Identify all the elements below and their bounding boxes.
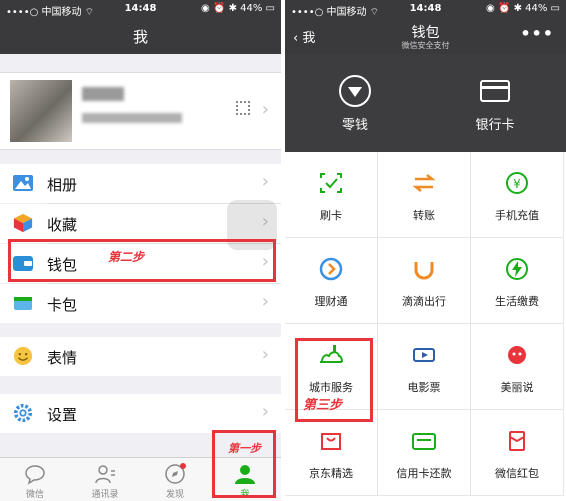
bank-card-label: 银行卡 — [475, 118, 515, 133]
battery-text: ◉ ⏰ ✱ 44% ▭ — [486, 3, 560, 14]
album-icon — [13, 175, 33, 191]
status-bar: ••••○ 中国移动 ⌔ 14:48 ◉ ⏰ ✱ 44% ▭ — [285, 0, 566, 18]
svg-text:¥: ¥ — [513, 177, 521, 191]
didi-icon — [414, 262, 434, 280]
service-wealth[interactable]: 理财通 — [285, 238, 378, 324]
service-utilities[interactable]: 生活缴费 — [471, 238, 564, 324]
lightning-icon — [506, 258, 528, 280]
step2-annotation: 第二步 — [108, 250, 145, 264]
more-menu-button[interactable]: ••• — [520, 24, 554, 43]
service-jd[interactable]: 京东精选 — [285, 410, 378, 496]
bank-card-button[interactable]: 银行卡 — [425, 54, 565, 152]
step3-annotation: 第三步 — [303, 398, 343, 413]
service-didi[interactable]: 滴滴出行 — [378, 238, 471, 324]
balance-icon — [339, 75, 371, 107]
menu-item-label: 卡包 — [47, 296, 78, 314]
screenshot-root: ••••○ 中国移动 ⌔ 14:48 ◉ ⏰ ✱ 44% ▭ 我 › 相册 › … — [0, 0, 566, 501]
chevron-right-icon: › — [261, 344, 269, 365]
wealth-icon — [319, 257, 343, 281]
tab-contacts[interactable]: 通讯录 — [70, 458, 140, 501]
chat-bubble-icon — [25, 465, 45, 485]
jd-bag-icon — [321, 433, 341, 450]
service-mobile-topup[interactable]: ¥ 手机充值 — [471, 152, 564, 238]
menu-item-label: 表情 — [47, 349, 78, 367]
page-title: 我 — [132, 28, 148, 46]
yuan-coin-icon: ¥ — [506, 172, 528, 194]
service-label: 京东精选 — [309, 467, 353, 480]
bank-card-icon — [480, 80, 510, 102]
profile-id-blurred — [82, 113, 182, 123]
credit-card-icon — [412, 433, 436, 450]
menu-item-stickers[interactable]: 表情 › — [0, 337, 281, 376]
profile-card[interactable]: › — [0, 72, 281, 150]
transfer-arrows-icon — [412, 174, 436, 192]
wallet-header: 零钱 银行卡 — [285, 54, 566, 152]
service-transfer[interactable]: 转账 — [378, 152, 471, 238]
chevron-right-icon: › — [261, 99, 269, 120]
movie-ticket-icon — [413, 348, 435, 362]
favorites-cube-icon — [13, 213, 33, 233]
avatar — [10, 80, 72, 142]
tab-discover[interactable]: 发现 — [140, 458, 210, 501]
card-swipe-icon — [320, 173, 342, 193]
service-label: 信用卡还款 — [396, 467, 452, 480]
chevron-right-icon: › — [261, 401, 269, 422]
battery-text: ◉ ⏰ ✱ 44% ▭ — [201, 3, 275, 14]
balance-label: 零钱 — [341, 118, 368, 133]
wallet-screen: ••••○ 中国移动 ⌔ 14:48 ◉ ⏰ ✱ 44% ▭ ‹ 我 钱包 微信… — [285, 0, 566, 501]
service-label: 转账 — [413, 209, 435, 222]
nav-bar: ‹ 我 钱包 微信安全支付 ••• — [285, 18, 566, 54]
profile-name-blurred — [82, 87, 124, 101]
menu-item-label: 相册 — [47, 176, 78, 194]
card-pack-icon — [14, 297, 32, 310]
contacts-icon — [95, 465, 115, 484]
menu-item-album[interactable]: 相册 › — [0, 164, 281, 203]
nav-bar: 我 — [0, 18, 281, 54]
menu-item-settings[interactable]: 设置 › — [0, 394, 281, 433]
service-label: 生活缴费 — [495, 295, 539, 308]
tab-label: 微信 — [25, 490, 44, 500]
meilishuo-icon — [508, 346, 526, 364]
tab-label: 通讯录 — [91, 490, 119, 500]
service-label: 手机充值 — [495, 209, 539, 222]
menu-item-card-pack[interactable]: 卡包 › — [0, 284, 281, 323]
menu-item-label: 收藏 — [47, 216, 78, 234]
red-packet-icon — [509, 431, 525, 451]
service-label: 电影票 — [407, 381, 441, 394]
service-red-packet[interactable]: 微信红包 — [471, 410, 564, 496]
service-card-swipe[interactable]: 刷卡 — [285, 152, 378, 238]
chevron-right-icon: › — [261, 291, 269, 312]
service-credit-card[interactable]: 信用卡还款 — [378, 410, 471, 496]
step1-annotation: 第一步 — [228, 442, 261, 455]
qr-code-icon — [236, 101, 250, 115]
tab-label: 发现 — [165, 490, 184, 500]
service-label: 微信红包 — [495, 467, 539, 480]
balance-button[interactable]: 零钱 — [285, 54, 425, 152]
service-label: 滴滴出行 — [402, 295, 446, 308]
sticker-smile-icon — [13, 346, 33, 366]
status-bar: ••••○ 中国移动 ⌔ 14:48 ◉ ⏰ ✱ 44% ▭ — [0, 0, 281, 18]
service-movie[interactable]: 电影票 — [378, 324, 471, 410]
service-meilishuo[interactable]: 美丽说 — [471, 324, 564, 410]
tab-chats[interactable]: 微信 — [0, 458, 70, 501]
menu-item-label: 设置 — [47, 406, 78, 424]
me-screen: ••••○ 中国移动 ⌔ 14:48 ◉ ⏰ ✱ 44% ▭ 我 › 相册 › … — [0, 0, 281, 501]
compass-icon — [165, 463, 186, 484]
settings-gear-icon — [13, 403, 33, 423]
service-label: 理财通 — [314, 295, 348, 308]
chevron-right-icon: › — [261, 171, 269, 192]
service-label: 美丽说 — [500, 381, 534, 394]
service-label: 刷卡 — [320, 209, 342, 222]
